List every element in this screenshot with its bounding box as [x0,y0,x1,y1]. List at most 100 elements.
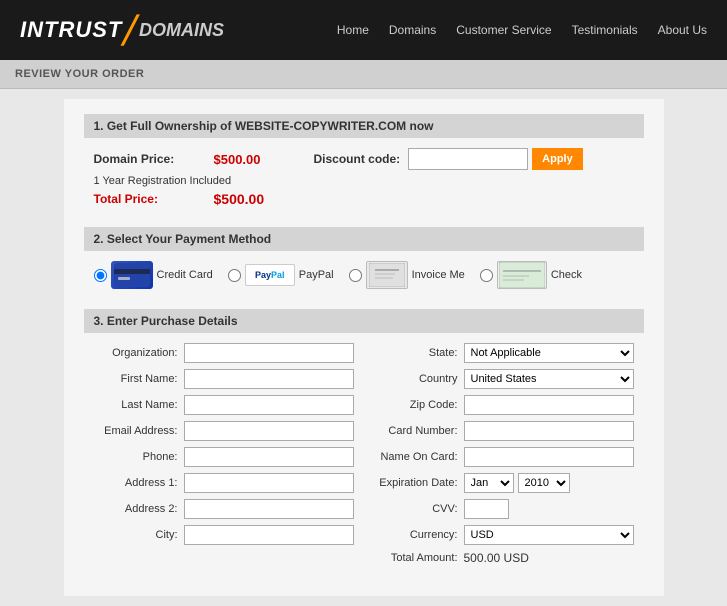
field-phone: Phone: [94,447,354,467]
form-grid: Organization: First Name: Last Name: Ema… [94,343,634,571]
nav-customer-service[interactable]: Customer Service [456,23,551,37]
field-first-name: First Name: [94,369,354,389]
payment-radio-invoice[interactable] [349,269,362,282]
cvv-label: CVV: [374,503,464,515]
logo-slash: ╱ [122,15,138,46]
zipcode-input[interactable] [464,395,634,415]
logo-intrust: INTRUST [20,17,122,43]
nav-home[interactable]: Home [337,23,369,37]
zipcode-label: Zip Code: [374,399,464,411]
nav-testimonials[interactable]: Testimonials [572,23,638,37]
section3-header: 3. Enter Purchase Details [84,309,644,333]
registration-text: 1 Year Registration Included [94,175,634,187]
field-zipcode: Zip Code: [374,395,634,415]
nav-about-us[interactable]: About Us [658,23,707,37]
state-label: State: [374,347,464,359]
field-organization: Organization: [94,343,354,363]
address2-input[interactable] [184,499,354,519]
expiry-label: Expiration Date: [374,477,464,489]
name-on-card-label: Name On Card: [374,451,464,463]
field-city: City: [94,525,354,545]
expiry-selects: JanFebMarApr MayJunJulAug SepOctNovDec 2… [464,473,574,493]
field-state: State: Not Applicable [374,343,634,363]
phone-input[interactable] [184,447,354,467]
page-title: REVIEW YOUR ORDER [15,68,144,80]
invoice-label: Invoice Me [412,269,465,281]
main-nav: Home Domains Customer Service Testimonia… [337,23,707,37]
expiry-month-select[interactable]: JanFebMarApr MayJunJulAug SepOctNovDec [464,473,514,493]
last-name-input[interactable] [184,395,354,415]
last-name-label: Last Name: [94,399,184,411]
field-currency: Currency: USDEURGBP [374,525,634,545]
expiry-year-select[interactable]: 2010201120122013 20142015 [518,473,570,493]
payment-radio-cc[interactable] [94,269,107,282]
payment-options: Credit Card PayPal PayPal [94,261,634,289]
total-price-label: Total Price: [94,192,214,206]
email-input[interactable] [184,421,354,441]
logo-domains: DOMAINS [139,20,224,41]
paypal-label: PayPal [299,269,334,281]
domain-info: Domain Price: $500.00 Discount code: App… [84,148,644,217]
payment-option-paypal[interactable]: PayPal PayPal [228,264,334,286]
city-label: City: [94,529,184,541]
field-expiry: Expiration Date: JanFebMarApr MayJunJulA… [374,473,634,493]
section2-header: 2. Select Your Payment Method [84,227,644,251]
payment-option-cc[interactable]: Credit Card [94,261,213,289]
city-input[interactable] [184,525,354,545]
organization-input[interactable] [184,343,354,363]
card-number-input[interactable] [464,421,634,441]
payment-option-invoice[interactable]: Invoice Me [349,261,465,289]
field-country: Country United States [374,369,634,389]
country-select[interactable]: United States [464,369,634,389]
section1-header: 1. Get Full Ownership of WEBSITE-COPYWRI… [84,114,644,138]
state-select[interactable]: Not Applicable [464,343,634,363]
logo: INTRUST╱DOMAINS [20,15,224,46]
field-last-name: Last Name: [94,395,354,415]
payment-radio-paypal[interactable] [228,269,241,282]
paypal-icon: PayPal [245,264,295,286]
currency-label: Currency: [374,529,464,541]
domain-price-row: Domain Price: $500.00 Discount code: App… [94,148,634,170]
discount-label: Discount code: [314,152,401,166]
right-column: State: Not Applicable Country United Sta… [374,343,634,571]
purchase-section: Organization: First Name: Last Name: Ema… [84,343,644,581]
phone-label: Phone: [94,451,184,463]
cvv-input[interactable] [464,499,509,519]
address1-input[interactable] [184,473,354,493]
payment-radio-check[interactable] [480,269,493,282]
total-price-value: $500.00 [214,191,265,207]
first-name-label: First Name: [94,373,184,385]
name-on-card-input[interactable] [464,447,634,467]
payment-option-check[interactable]: Check [480,261,582,289]
credit-card-icon [111,261,153,289]
apply-button[interactable]: Apply [532,148,583,170]
nav-domains[interactable]: Domains [389,23,436,37]
invoice-icon [366,261,408,289]
card-number-label: Card Number: [374,425,464,437]
payment-section: Credit Card PayPal PayPal [84,261,644,299]
field-email: Email Address: [94,421,354,441]
total-price-row: Total Price: $500.00 [94,191,634,207]
field-address2: Address 2: [94,499,354,519]
email-label: Email Address: [94,425,184,437]
address1-label: Address 1: [94,477,184,489]
page-title-bar: REVIEW YOUR ORDER [0,60,727,89]
first-name-input[interactable] [184,369,354,389]
main-content: 1. Get Full Ownership of WEBSITE-COPYWRI… [64,99,664,596]
left-column: Organization: First Name: Last Name: Ema… [94,343,354,571]
field-total-amount: Total Amount: 500.00 USD [374,551,634,565]
total-amount-value: 500.00 USD [464,551,529,565]
header: INTRUST╱DOMAINS Home Domains Customer Se… [0,0,727,60]
field-cvv: CVV: [374,499,634,519]
domain-price-label: Domain Price: [94,152,214,166]
total-amount-label: Total Amount: [374,552,464,564]
country-label: Country [374,373,464,385]
currency-select[interactable]: USDEURGBP [464,525,634,545]
organization-label: Organization: [94,347,184,359]
cc-label: Credit Card [157,269,213,281]
field-name-on-card: Name On Card: [374,447,634,467]
discount-input[interactable] [408,148,528,170]
address2-label: Address 2: [94,503,184,515]
check-icon [497,261,547,289]
check-label: Check [551,269,582,281]
